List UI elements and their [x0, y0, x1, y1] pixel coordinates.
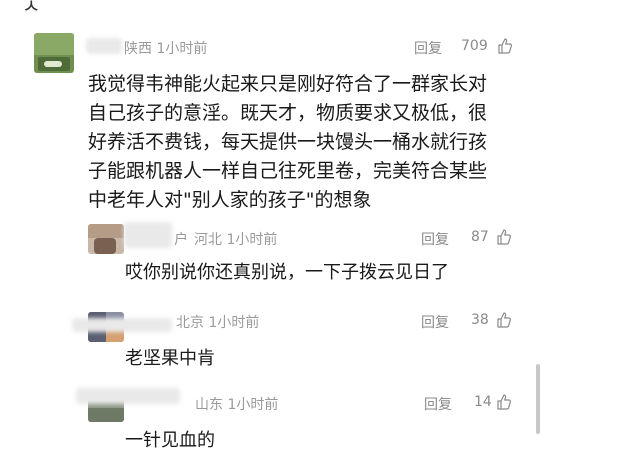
comment-text: 我觉得韦神能火起来只是刚好符合了一群家长对 自己孩子的意淫。既天才，物质要求又极…	[88, 70, 528, 215]
like-count: 709	[461, 38, 488, 54]
comment-text-line: 好养活不费钱，每天提供一块馒头一桶水就行孩	[88, 131, 488, 153]
comment-meta: 陕西 1小时前	[124, 41, 208, 57]
blurred-username	[76, 388, 180, 404]
like-count: 38	[471, 312, 489, 328]
comment-text-line: 子能跟机器人一样自己往死里卷，完美符合某些	[88, 160, 488, 182]
blurred-username	[72, 318, 172, 332]
reply-button[interactable]: 回复	[424, 394, 452, 414]
reply-meta: 河北 1小时前	[194, 232, 278, 248]
reply-button[interactable]: 回复	[421, 312, 449, 332]
thumbs-up-icon[interactable]	[496, 312, 512, 328]
avatar[interactable]	[34, 33, 74, 73]
avatar[interactable]	[88, 224, 124, 254]
like-count: 14	[474, 394, 492, 410]
thumbs-up-icon[interactable]	[496, 229, 512, 245]
reply-meta: 北京 1小时前	[176, 315, 260, 331]
reply-name-fragment: 户	[174, 232, 188, 248]
reply-meta: 山东 1小时前	[195, 397, 279, 413]
scrollbar[interactable]	[536, 364, 540, 434]
like-count: 87	[471, 229, 489, 245]
reply-text: 老坚果中肯	[125, 348, 215, 369]
reply-text: 哎你别说你还真别说，一下子拨云见日了	[125, 262, 449, 283]
thumbs-up-icon[interactable]	[497, 38, 513, 54]
comment-text-line: 我觉得韦神能火起来只是刚好符合了一群家长对	[88, 73, 488, 95]
comment-text-line: 自己孩子的意淫。既天才，物质要求又极低，很	[88, 102, 488, 124]
reply-text: 一针见血的	[125, 430, 215, 451]
blurred-username	[124, 222, 172, 248]
reply-button[interactable]: 回复	[421, 229, 449, 249]
reply-button[interactable]: 回复	[414, 38, 442, 58]
comment-text-line: 中老年人对"别人家的孩子"的想象	[88, 189, 372, 211]
thumbs-up-icon[interactable]	[496, 394, 512, 410]
blurred-username	[86, 38, 122, 54]
previous-item-fragment: ㅅ	[22, 0, 41, 18]
